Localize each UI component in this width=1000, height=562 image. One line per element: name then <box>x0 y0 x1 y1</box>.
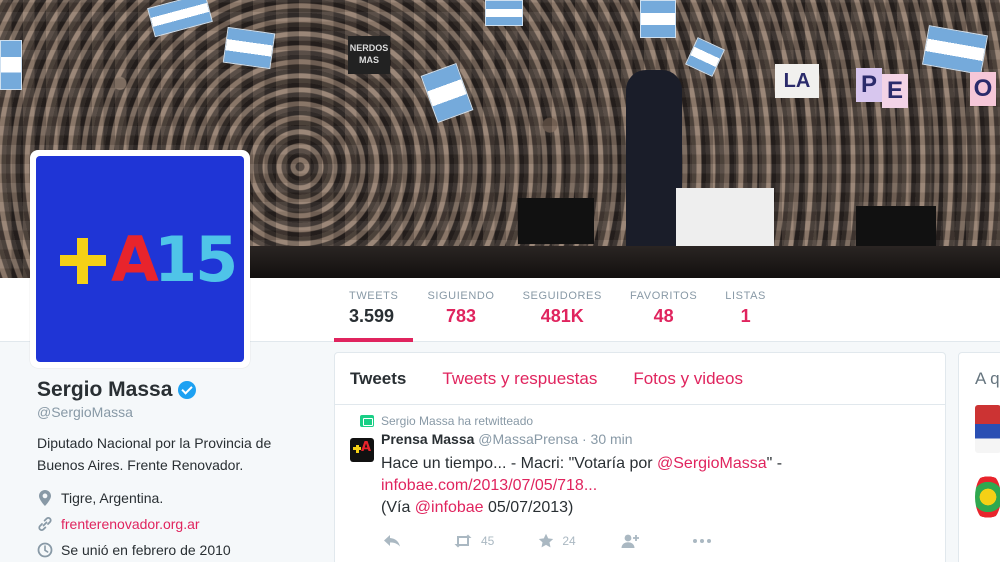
suggestion-avatar[interactable] <box>975 473 1000 521</box>
stat-favorites[interactable]: FAVORITOS 48 <box>616 278 711 342</box>
favorite-button[interactable]: 24 <box>538 533 576 549</box>
banner-letter: P <box>856 68 882 102</box>
tweet-body: Prensa Massa @MassaPrensa · 30 min Hace … <box>381 431 930 549</box>
tweet-mention[interactable]: @SergioMassa <box>657 455 767 472</box>
retweet-count: 45 <box>481 534 495 548</box>
right-card-title: A q <box>975 369 1000 388</box>
banner-letter: LA <box>775 64 819 98</box>
profile-bio: Diputado Nacional por la Provincia de Bu… <box>37 435 272 473</box>
website-link[interactable]: frenterenovador.org.ar <box>61 516 200 532</box>
profile-stats: TWEETS 3.599 SIGUIENDO 783 SEGUIDORES 48… <box>334 278 780 342</box>
tweet-author-avatar[interactable]: A <box>350 438 374 462</box>
tweet-text: Hace un tiempo... - Macri: "Votaría por … <box>381 453 921 519</box>
logo-number-15: 15 <box>154 223 238 296</box>
favorite-count: 24 <box>562 534 576 548</box>
clock-icon <box>37 542 53 558</box>
name-row: Sergio Massa <box>37 378 327 402</box>
speaker-figure <box>626 70 682 250</box>
profile-name[interactable]: Sergio Massa <box>37 378 172 402</box>
joined-text: Se unió en febrero de 2010 <box>61 542 231 558</box>
location-text: Tigre, Argentina. <box>61 490 164 506</box>
tab-photos-videos[interactable]: Fotos y videos <box>633 369 743 389</box>
retweet-context: Sergio Massa ha retwitteado <box>350 414 930 428</box>
stat-label: TWEETS <box>349 290 399 302</box>
profile-handle[interactable]: @SergioMassa <box>37 404 327 420</box>
stat-value: 1 <box>740 306 751 326</box>
stat-label: FAVORITOS <box>629 290 698 302</box>
stat-lists[interactable]: LISTAS 1 <box>711 278 780 342</box>
follow-button[interactable] <box>620 533 648 549</box>
stat-value: 3.599 <box>349 306 395 326</box>
retweet-note[interactable]: Sergio Massa ha retwitteado <box>381 414 533 428</box>
stat-value: 48 <box>653 306 674 326</box>
tweet-text-part: 05/07/2013) <box>483 499 574 516</box>
link-icon <box>37 516 53 532</box>
tweet-actions: 45 24 <box>383 533 930 549</box>
stat-value: 481K <box>540 306 584 326</box>
flag <box>0 40 22 90</box>
stage-screen <box>676 188 774 248</box>
more-options-button[interactable] <box>692 538 720 544</box>
retweet-button[interactable]: 45 <box>453 534 494 548</box>
retweet-icon <box>360 415 374 427</box>
tweet-link[interactable]: infobae.com/2013/07/05/718... <box>381 477 597 494</box>
tweet-time[interactable]: · 30 min <box>582 431 633 447</box>
tweet-mention[interactable]: @infobae <box>415 499 484 516</box>
avatar-logo: A 15 <box>36 156 244 362</box>
stat-label: LISTAS <box>725 290 766 302</box>
stage-monitor <box>518 198 594 244</box>
tab-tweets-replies[interactable]: Tweets y respuestas <box>442 369 597 389</box>
tweet-author[interactable]: Prensa Massa <box>381 431 474 447</box>
profile-location: Tigre, Argentina. <box>37 490 327 506</box>
flag <box>222 26 276 70</box>
tweet-text-part: (Vía <box>381 499 415 516</box>
stat-value: 783 <box>445 306 477 326</box>
retweet-action-icon <box>454 534 472 548</box>
tweet[interactable]: Sergio Massa ha retwitteado A Prensa Mas… <box>335 406 945 549</box>
plus-icon <box>60 238 106 284</box>
flag <box>485 0 523 26</box>
location-pin-icon <box>37 490 53 506</box>
tweet-header: Prensa Massa @MassaPrensa · 30 min <box>381 431 930 447</box>
reply-button[interactable] <box>383 534 409 548</box>
stat-label: SEGUIDORES <box>522 290 602 302</box>
profile-card: Sergio Massa @SergioMassa Diputado Nacio… <box>37 378 327 558</box>
tweet-text-part: " - <box>766 455 783 472</box>
stat-following[interactable]: SIGUIENDO 783 <box>413 278 508 342</box>
star-icon <box>539 533 554 548</box>
tweet-handle[interactable]: @MassaPrensa <box>478 431 578 447</box>
add-user-icon <box>621 534 639 548</box>
stat-followers[interactable]: SEGUIDORES 481K <box>509 278 616 342</box>
suggestion-avatar[interactable] <box>975 405 1000 453</box>
reply-icon <box>384 535 400 547</box>
banner-letter: O <box>970 72 996 106</box>
banner-sign: NERDOS MAS <box>348 36 390 74</box>
stat-label: SIGUIENDO <box>427 290 495 302</box>
more-icon <box>692 539 711 543</box>
timeline-card: Tweets Tweets y respuestas Fotos y video… <box>334 352 946 562</box>
stat-tweets[interactable]: TWEETS 3.599 <box>334 278 414 342</box>
timeline-tabs: Tweets Tweets y respuestas Fotos y video… <box>335 353 945 405</box>
tweet-text-part: Hace un tiempo... - Macri: "Votaría por <box>381 455 658 472</box>
profile-website: frenterenovador.org.ar <box>37 516 327 532</box>
stage-monitor <box>856 206 936 248</box>
avatar-letter-a: A <box>361 440 372 455</box>
profile-joined: Se unió en febrero de 2010 <box>37 542 327 558</box>
stage-floor <box>250 246 1000 278</box>
who-to-follow-card: A q <box>958 352 1000 562</box>
profile-avatar[interactable]: A 15 <box>30 150 250 368</box>
verified-badge-icon <box>178 381 197 399</box>
flag <box>640 0 676 38</box>
banner-letter: E <box>882 74 908 108</box>
tab-tweets[interactable]: Tweets <box>350 369 406 389</box>
logo-letter-a: A <box>111 223 159 296</box>
